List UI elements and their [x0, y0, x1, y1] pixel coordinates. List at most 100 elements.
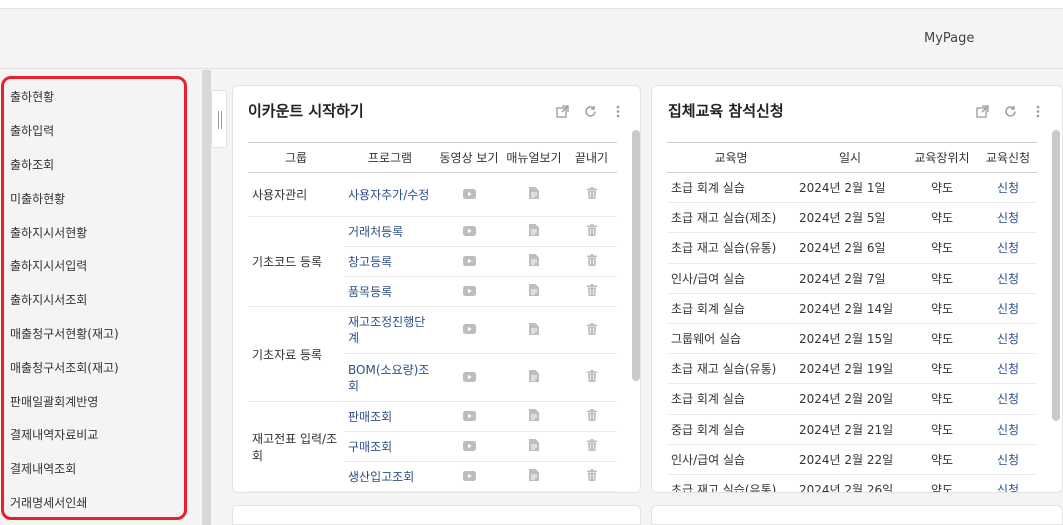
mypage-link[interactable]: MyPage	[924, 31, 974, 46]
trash-icon[interactable]	[586, 284, 597, 299]
card-scrollbar[interactable]	[1052, 130, 1060, 421]
manual-doc-cell	[502, 461, 566, 492]
sidebar-item[interactable]: 출하현황	[10, 80, 180, 114]
panel-resize-handle[interactable]	[211, 90, 227, 148]
apply-link[interactable]: 신청	[979, 444, 1037, 475]
col-header: 끝내기	[566, 142, 617, 173]
sidebar-item[interactable]: 매출청구서현황(재고)	[10, 317, 180, 351]
trash-icon[interactable]	[586, 409, 597, 424]
more-icon[interactable]	[1029, 102, 1047, 120]
program-link[interactable]: 사용자추가/수정	[344, 172, 436, 217]
program-link[interactable]: 생산입고조회	[344, 461, 436, 492]
sidebar-scrollbar[interactable]	[202, 70, 211, 525]
trash-icon[interactable]	[586, 254, 597, 269]
video-play-icon[interactable]	[462, 410, 476, 424]
trash-cell	[566, 401, 617, 432]
location-map-link[interactable]: 약도	[905, 263, 979, 294]
card-scrollbar[interactable]	[632, 130, 640, 381]
apply-link[interactable]: 신청	[979, 202, 1037, 234]
video-play-cell	[436, 246, 502, 277]
sidebar-item[interactable]: 출하지시서조회	[10, 283, 180, 317]
more-icon[interactable]	[609, 102, 627, 120]
apply-link[interactable]: 신청	[979, 323, 1037, 355]
course-name: 초급 재고 실습(유통)	[667, 353, 795, 385]
col-header: 그룹	[248, 142, 344, 173]
location-map-link[interactable]: 약도	[905, 474, 979, 492]
sidebar-item[interactable]: 미출하현황	[10, 181, 180, 215]
location-map-link[interactable]: 약도	[905, 293, 979, 324]
location-map-link[interactable]: 약도	[905, 444, 979, 475]
sidebar-item[interactable]: 결제내역조회	[10, 452, 180, 486]
manual-doc-icon[interactable]	[529, 409, 539, 424]
sidebar-item[interactable]: 거래명세서인쇄	[10, 486, 180, 520]
program-link[interactable]: 판매조회	[344, 401, 436, 432]
video-play-cell	[436, 216, 502, 247]
col-header: 교육명	[667, 142, 795, 173]
manual-doc-icon[interactable]	[529, 187, 539, 202]
manual-doc-icon[interactable]	[529, 469, 539, 484]
sidebar-item[interactable]: 출하입력	[10, 114, 180, 148]
video-play-icon[interactable]	[462, 285, 476, 299]
trash-icon[interactable]	[586, 469, 597, 484]
external-link-icon[interactable]	[973, 102, 991, 120]
course-date: 2024년 2월 21일	[795, 414, 905, 445]
sidebar-item[interactable]: 매출청구서조회(재고)	[10, 350, 180, 384]
manual-doc-icon[interactable]	[529, 370, 539, 385]
trash-cell	[566, 172, 617, 217]
video-play-icon[interactable]	[462, 188, 476, 202]
manual-doc-icon[interactable]	[529, 224, 539, 239]
external-link-icon[interactable]	[553, 102, 571, 120]
program-link[interactable]: BOM(소요량)조회	[344, 353, 436, 402]
apply-link[interactable]: 신청	[979, 263, 1037, 294]
video-play-icon[interactable]	[462, 225, 476, 239]
card-toolbar	[553, 102, 627, 120]
apply-link[interactable]: 신청	[979, 474, 1037, 492]
program-link[interactable]: 재고조정진행단계	[344, 306, 436, 354]
sidebar-menu: 출하현황 출하입력 출하조회 미출하현황 출하지시서현황 출하지시서입력 출하지시서조회 매출…	[10, 80, 180, 519]
refresh-icon[interactable]	[581, 102, 599, 120]
sidebar-item[interactable]: 결제내역자료비교	[10, 418, 180, 452]
course-date: 2024년 2월 14일	[795, 293, 905, 324]
location-map-link[interactable]: 약도	[905, 172, 979, 204]
apply-link[interactable]: 신청	[979, 383, 1037, 415]
apply-link[interactable]: 신청	[979, 293, 1037, 324]
trash-icon[interactable]	[586, 187, 597, 202]
col-header: 동영상 보기	[436, 142, 502, 173]
trash-cell	[566, 431, 617, 462]
refresh-icon[interactable]	[1001, 102, 1019, 120]
sidebar-item[interactable]: 출하지시서입력	[10, 249, 180, 283]
program-link[interactable]: 창고등록	[344, 246, 436, 277]
table-row: 초급 재고 실습(유통) 2024년 2월 26일 약도 신청	[667, 474, 1037, 492]
manual-doc-icon[interactable]	[529, 284, 539, 299]
trash-cell	[566, 306, 617, 354]
location-map-link[interactable]: 약도	[905, 383, 979, 415]
apply-link[interactable]: 신청	[979, 232, 1037, 264]
manual-doc-icon[interactable]	[529, 439, 539, 454]
apply-link[interactable]: 신청	[979, 353, 1037, 385]
sidebar-item[interactable]: 출하조회	[10, 148, 180, 182]
trash-icon[interactable]	[586, 322, 597, 338]
location-map-link[interactable]: 약도	[905, 353, 979, 385]
sidebar-item[interactable]: 판매일괄회계반영	[10, 384, 180, 418]
manual-doc-icon[interactable]	[529, 322, 539, 338]
col-header: 일시	[795, 142, 905, 173]
video-play-icon[interactable]	[462, 440, 476, 454]
manual-doc-icon[interactable]	[529, 254, 539, 269]
trash-icon[interactable]	[586, 224, 597, 239]
video-play-icon[interactable]	[462, 255, 476, 269]
program-link[interactable]: 품목등록	[344, 276, 436, 307]
location-map-link[interactable]: 약도	[905, 232, 979, 264]
sidebar-item[interactable]: 출하지시서현황	[10, 215, 180, 249]
video-play-icon[interactable]	[462, 470, 476, 484]
trash-icon[interactable]	[586, 370, 597, 385]
program-link[interactable]: 구매조회	[344, 431, 436, 462]
apply-link[interactable]: 신청	[979, 414, 1037, 445]
program-link[interactable]: 거래처등록	[344, 216, 436, 247]
apply-link[interactable]: 신청	[979, 172, 1037, 204]
trash-icon[interactable]	[586, 439, 597, 454]
location-map-link[interactable]: 약도	[905, 323, 979, 355]
video-play-icon[interactable]	[462, 323, 476, 337]
location-map-link[interactable]: 약도	[905, 202, 979, 234]
location-map-link[interactable]: 약도	[905, 414, 979, 445]
video-play-icon[interactable]	[462, 371, 476, 385]
